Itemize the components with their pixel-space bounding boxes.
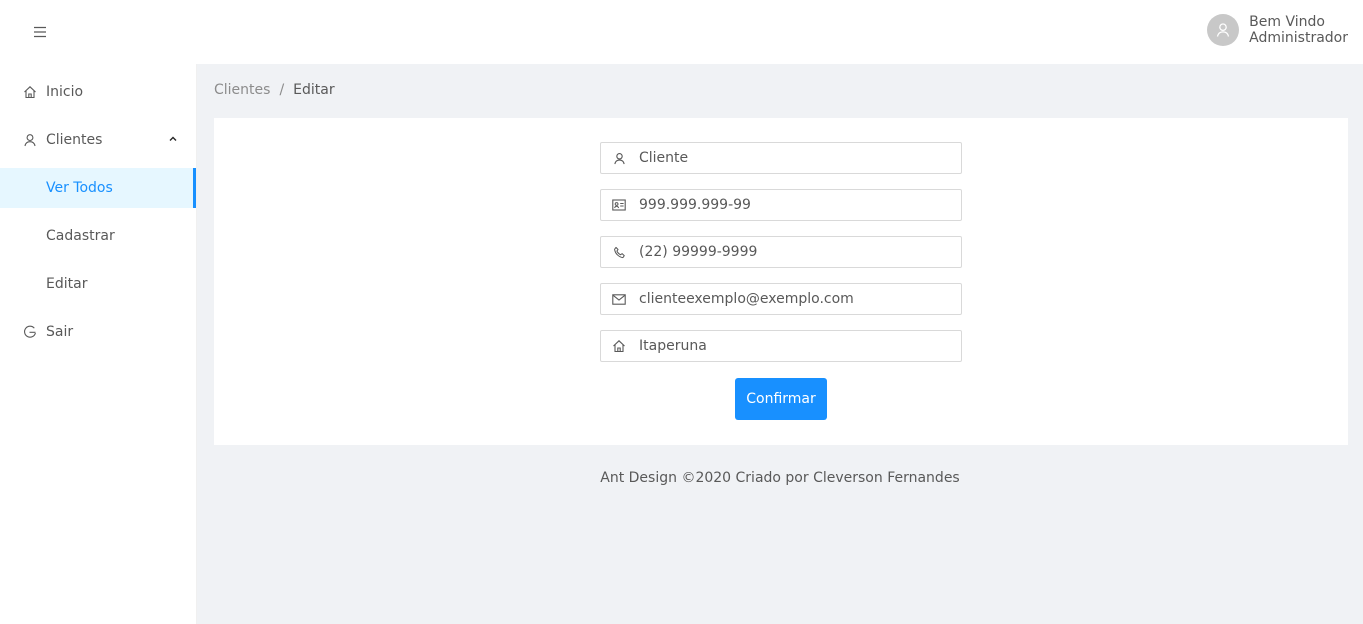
sidebar-item-label: Cadastrar [46,228,115,244]
sidebar-item-clientes[interactable]: Clientes [0,120,196,160]
logout-icon [22,324,38,340]
email-field[interactable] [600,283,962,315]
city-field[interactable] [600,330,962,362]
avatar[interactable] [1207,14,1240,46]
email-input[interactable] [639,291,939,307]
confirm-button[interactable]: Confirmar [735,378,827,420]
sidebar-item-label: Editar [46,276,88,292]
main-content: Clientes / Editar Cliente 999.999.999-99… [197,64,1363,624]
edit-form-card: Confirmar [214,118,1348,445]
user-greeting: Bem Vindo Administrador [1249,14,1348,46]
sidebar: Inicio Clientes Ver Todos Cadastrar Edit… [0,64,197,624]
city-input[interactable] [639,338,939,354]
sidebar-item-sair[interactable]: Sair [0,312,196,352]
menu-icon[interactable] [30,22,50,42]
user-menu[interactable]: Bem Vindo Administrador [1207,14,1348,46]
sidebar-item-label: Inicio [46,84,84,100]
user-icon [612,151,626,165]
phone-field[interactable] [600,236,962,268]
name-field[interactable] [600,142,962,174]
footer-text: Ant Design ©2020 Criado por Cleverson Fe… [600,470,960,486]
breadcrumb-separator: / [279,82,285,98]
phone-icon [612,245,626,259]
sidebar-item-label: Sair [46,324,74,340]
cpf-input[interactable] [639,197,939,213]
sidebar-item-editar[interactable]: Editar [0,264,196,304]
sidebar-item-label: Clientes [46,132,103,148]
home-icon [612,339,626,353]
breadcrumb: Clientes / Editar [214,82,335,98]
sidebar-item-cadastrar[interactable]: Cadastrar [0,216,196,256]
mail-icon [612,292,626,306]
user-icon [22,132,38,148]
breadcrumb-current: Editar [293,82,335,98]
user-greeting-line1: Bem Vindo [1249,14,1325,30]
breadcrumb-parent[interactable]: Clientes [214,82,270,98]
sidebar-item-ver-todos[interactable]: Ver Todos [0,168,196,208]
phone-input[interactable] [639,244,939,260]
user-icon [1217,23,1230,37]
idcard-icon [612,198,626,212]
chevron-up-icon [168,134,178,144]
cpf-field[interactable] [600,189,962,221]
sidebar-item-label: Ver Todos [46,180,113,196]
user-greeting-line2: Administrador [1249,30,1348,46]
header: Bem Vindo Administrador [0,0,1363,64]
name-input[interactable] [639,150,939,166]
home-icon [22,84,38,100]
sidebar-item-inicio[interactable]: Inicio [0,72,196,112]
